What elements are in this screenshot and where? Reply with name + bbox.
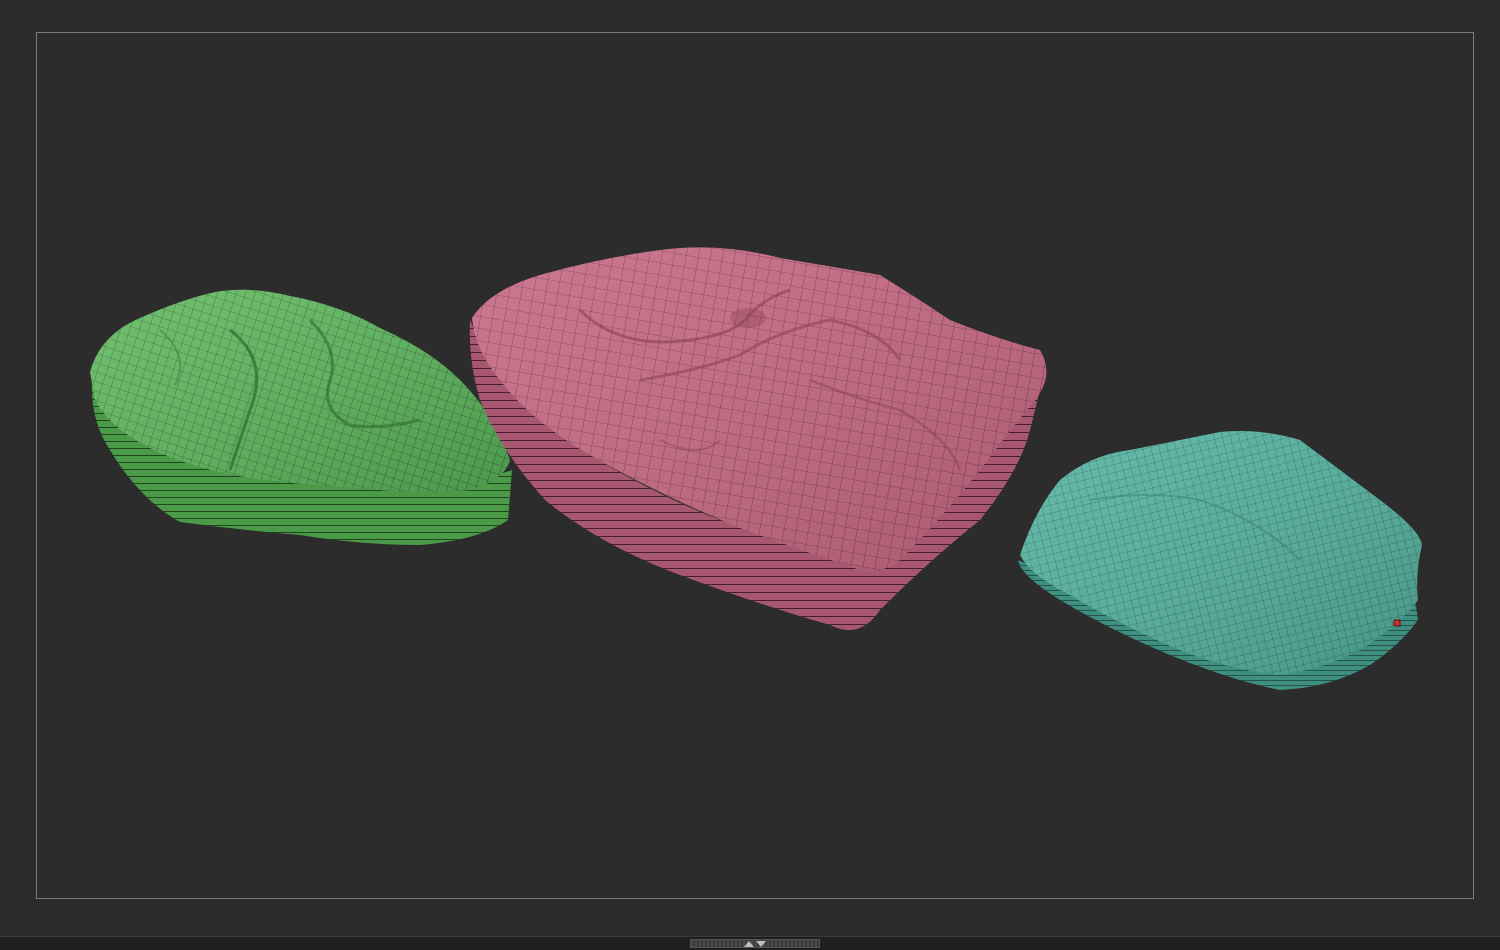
3d-app-window (0, 0, 1500, 950)
viewport-scene (90, 247, 1422, 690)
3d-viewport[interactable] (0, 0, 1500, 936)
arrow-down-icon (756, 940, 766, 947)
bottom-panel-bar (0, 936, 1500, 950)
rock-teal[interactable] (1018, 431, 1422, 690)
selection-marker[interactable] (1393, 619, 1401, 627)
rock-teal-shade (1020, 431, 1422, 675)
arrow-up-icon (744, 940, 754, 947)
expand-collapse-arrows-icon[interactable] (740, 938, 770, 949)
rock-green[interactable] (90, 289, 513, 545)
rock-pink[interactable] (469, 247, 1047, 630)
